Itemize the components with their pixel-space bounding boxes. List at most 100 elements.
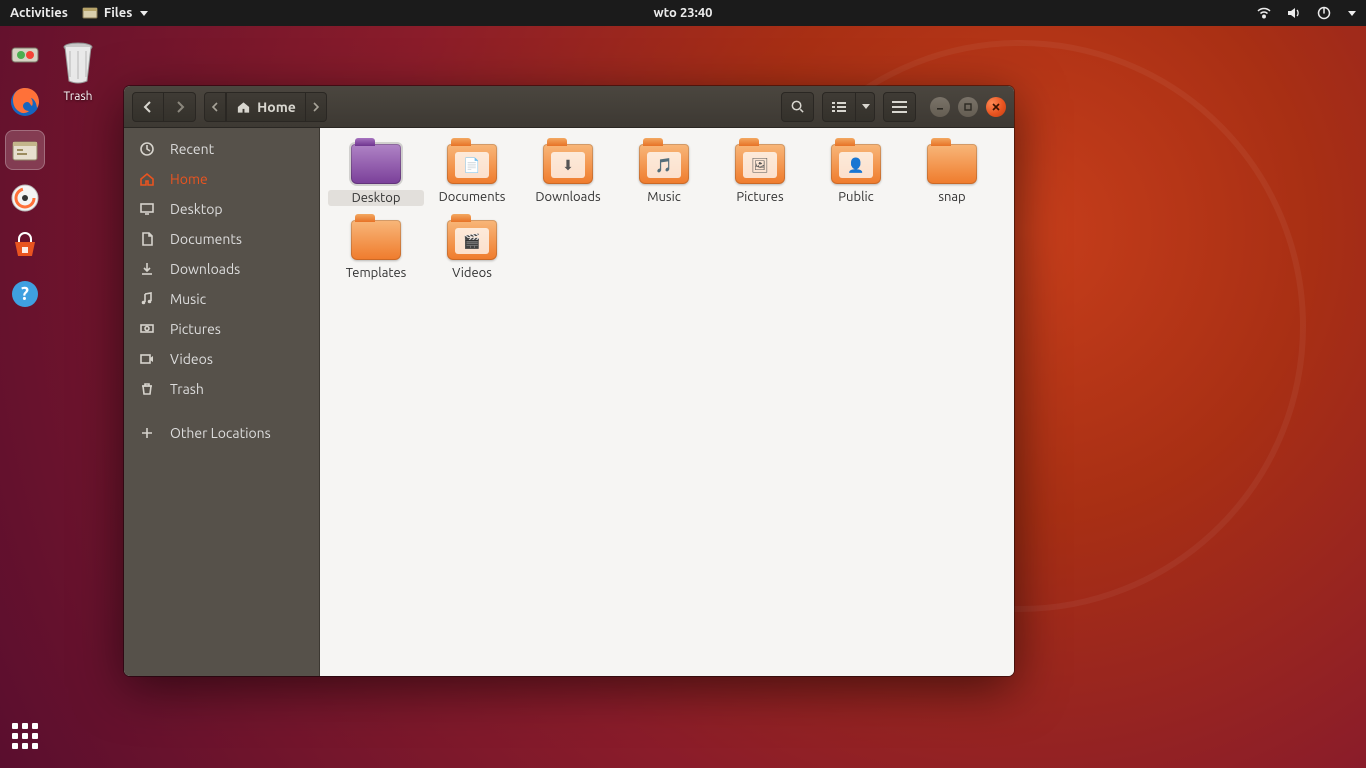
dock-app-software[interactable] <box>5 226 45 266</box>
folder-icon-view[interactable]: Desktop 📄 Documents ⬇ Downloads 🎵 Music🖼Pictur… <box>320 128 1014 676</box>
folder-label: Public <box>808 190 904 204</box>
folder-item[interactable]: 🖼Pictures <box>712 144 808 206</box>
path-segment-home[interactable]: Home <box>226 92 306 122</box>
folder-item[interactable]: 📄 Documents <box>424 144 520 206</box>
hamburger-menu-button[interactable] <box>883 92 916 122</box>
folder-emblem-icon: 👤 <box>839 152 873 178</box>
sidebar-item-documents[interactable]: Documents <box>124 224 319 254</box>
app-menu-label: Files <box>104 6 132 20</box>
sidebar-item-trash[interactable]: Trash <box>124 374 319 404</box>
folder-item[interactable]: ⬇ Downloads <box>520 144 616 206</box>
search-button[interactable] <box>781 92 814 122</box>
folder-label: Documents <box>424 190 520 204</box>
sidebar-item-music[interactable]: Music <box>124 284 319 314</box>
sidebar-item-videos[interactable]: Videos <box>124 344 319 374</box>
trash-icon <box>54 38 102 86</box>
folder-item[interactable]: 🎬 Videos <box>424 220 520 280</box>
places-sidebar: Recent Home Desktop Documents Downloads Music… <box>124 128 320 676</box>
home-icon <box>236 100 251 114</box>
folder-icon <box>351 144 401 184</box>
sidebar-item-label: Downloads <box>170 261 240 277</box>
download-icon <box>138 261 156 277</box>
folder-label: Desktop <box>328 190 424 206</box>
folder-label: Videos <box>424 266 520 280</box>
folder-icon: ⬇ <box>543 144 593 184</box>
volume-icon[interactable] <box>1286 5 1302 21</box>
plus-icon <box>138 425 156 441</box>
close-button[interactable] <box>986 97 1006 117</box>
network-wifi-icon[interactable] <box>1256 5 1272 21</box>
sidebar-item-label: Recent <box>170 141 214 157</box>
path-next-button[interactable] <box>306 92 327 122</box>
music-icon <box>138 291 156 307</box>
path-label: Home <box>257 99 296 115</box>
dock-app-files[interactable] <box>5 130 45 170</box>
sidebar-item-label: Documents <box>170 231 242 247</box>
maximize-button[interactable] <box>958 97 978 117</box>
dock-app-rhythmbox[interactable] <box>5 178 45 218</box>
videos-icon <box>138 351 156 367</box>
folder-emblem-icon: ⬇ <box>551 152 585 178</box>
folder-label: snap <box>904 190 1000 204</box>
folder-label: Templates <box>328 266 424 280</box>
home-icon <box>138 171 156 187</box>
folder-emblem-icon: 🖼 <box>743 152 777 178</box>
sidebar-item-desktop[interactable]: Desktop <box>124 194 319 224</box>
folder-item[interactable]: 🎵 Music <box>616 144 712 206</box>
show-applications-button[interactable] <box>5 716 45 756</box>
folder-item[interactable]: snap <box>904 144 1000 206</box>
app-menu-files[interactable]: Files <box>82 5 148 21</box>
dock-app-preferences[interactable] <box>5 34 45 74</box>
ubuntu-dock: ? <box>0 26 50 768</box>
forward-button[interactable] <box>164 92 196 122</box>
pictures-icon <box>138 321 156 337</box>
power-icon[interactable] <box>1316 5 1332 21</box>
sidebar-item-other-locations[interactable]: Other Locations <box>124 418 319 448</box>
folder-icon <box>351 220 401 260</box>
files-icon <box>82 5 98 21</box>
clock[interactable]: wto 23:40 <box>653 6 712 20</box>
pathbar: Home <box>204 92 327 122</box>
sidebar-item-home[interactable]: Home <box>124 164 319 194</box>
doc-icon <box>138 231 156 247</box>
folder-icon: 👤 <box>831 144 881 184</box>
folder-icon: 📄 <box>447 144 497 184</box>
dock-app-firefox[interactable] <box>5 82 45 122</box>
folder-icon: 🖼 <box>735 144 785 184</box>
desktop-icon <box>138 201 156 217</box>
view-dropdown-button[interactable] <box>856 92 875 122</box>
folder-icon: 🎬 <box>447 220 497 260</box>
files-window: Home <box>124 86 1014 676</box>
path-prev-button[interactable] <box>204 92 226 122</box>
dock-app-help[interactable]: ? <box>5 274 45 314</box>
sidebar-item-pictures[interactable]: Pictures <box>124 314 319 344</box>
sidebar-item-downloads[interactable]: Downloads <box>124 254 319 284</box>
trash-icon <box>138 381 156 397</box>
gnome-top-bar: Activities Files wto 23:40 <box>0 0 1366 26</box>
view-toggle-button[interactable] <box>822 92 856 122</box>
folder-icon <box>927 144 977 184</box>
folder-item[interactable]: Templates <box>328 220 424 280</box>
activities-button[interactable]: Activities <box>10 6 68 20</box>
sidebar-item-label: Home <box>170 171 208 187</box>
nav-buttons <box>132 92 196 122</box>
folder-emblem-icon: 🎬 <box>455 228 489 254</box>
folder-item[interactable]: 👤 Public <box>808 144 904 206</box>
desktop-trash[interactable]: Trash <box>54 38 102 103</box>
back-button[interactable] <box>132 92 164 122</box>
folder-label: Music <box>616 190 712 204</box>
clock-icon <box>138 141 156 157</box>
sidebar-item-label: Videos <box>170 351 213 367</box>
folder-item[interactable]: Desktop <box>328 144 424 206</box>
sidebar-item-label: Other Locations <box>170 425 271 441</box>
minimize-button[interactable] <box>930 97 950 117</box>
chevron-down-icon <box>140 11 148 16</box>
desktop-trash-label: Trash <box>54 90 102 103</box>
window-headerbar: Home <box>124 86 1014 128</box>
folder-emblem-icon: 🎵 <box>647 152 681 178</box>
folder-label: Downloads <box>520 190 616 204</box>
sidebar-item-recent[interactable]: Recent <box>124 134 319 164</box>
sidebar-item-label: Music <box>170 291 206 307</box>
folder-icon: 🎵 <box>639 144 689 184</box>
system-menu-chevron-icon[interactable] <box>1348 11 1356 16</box>
